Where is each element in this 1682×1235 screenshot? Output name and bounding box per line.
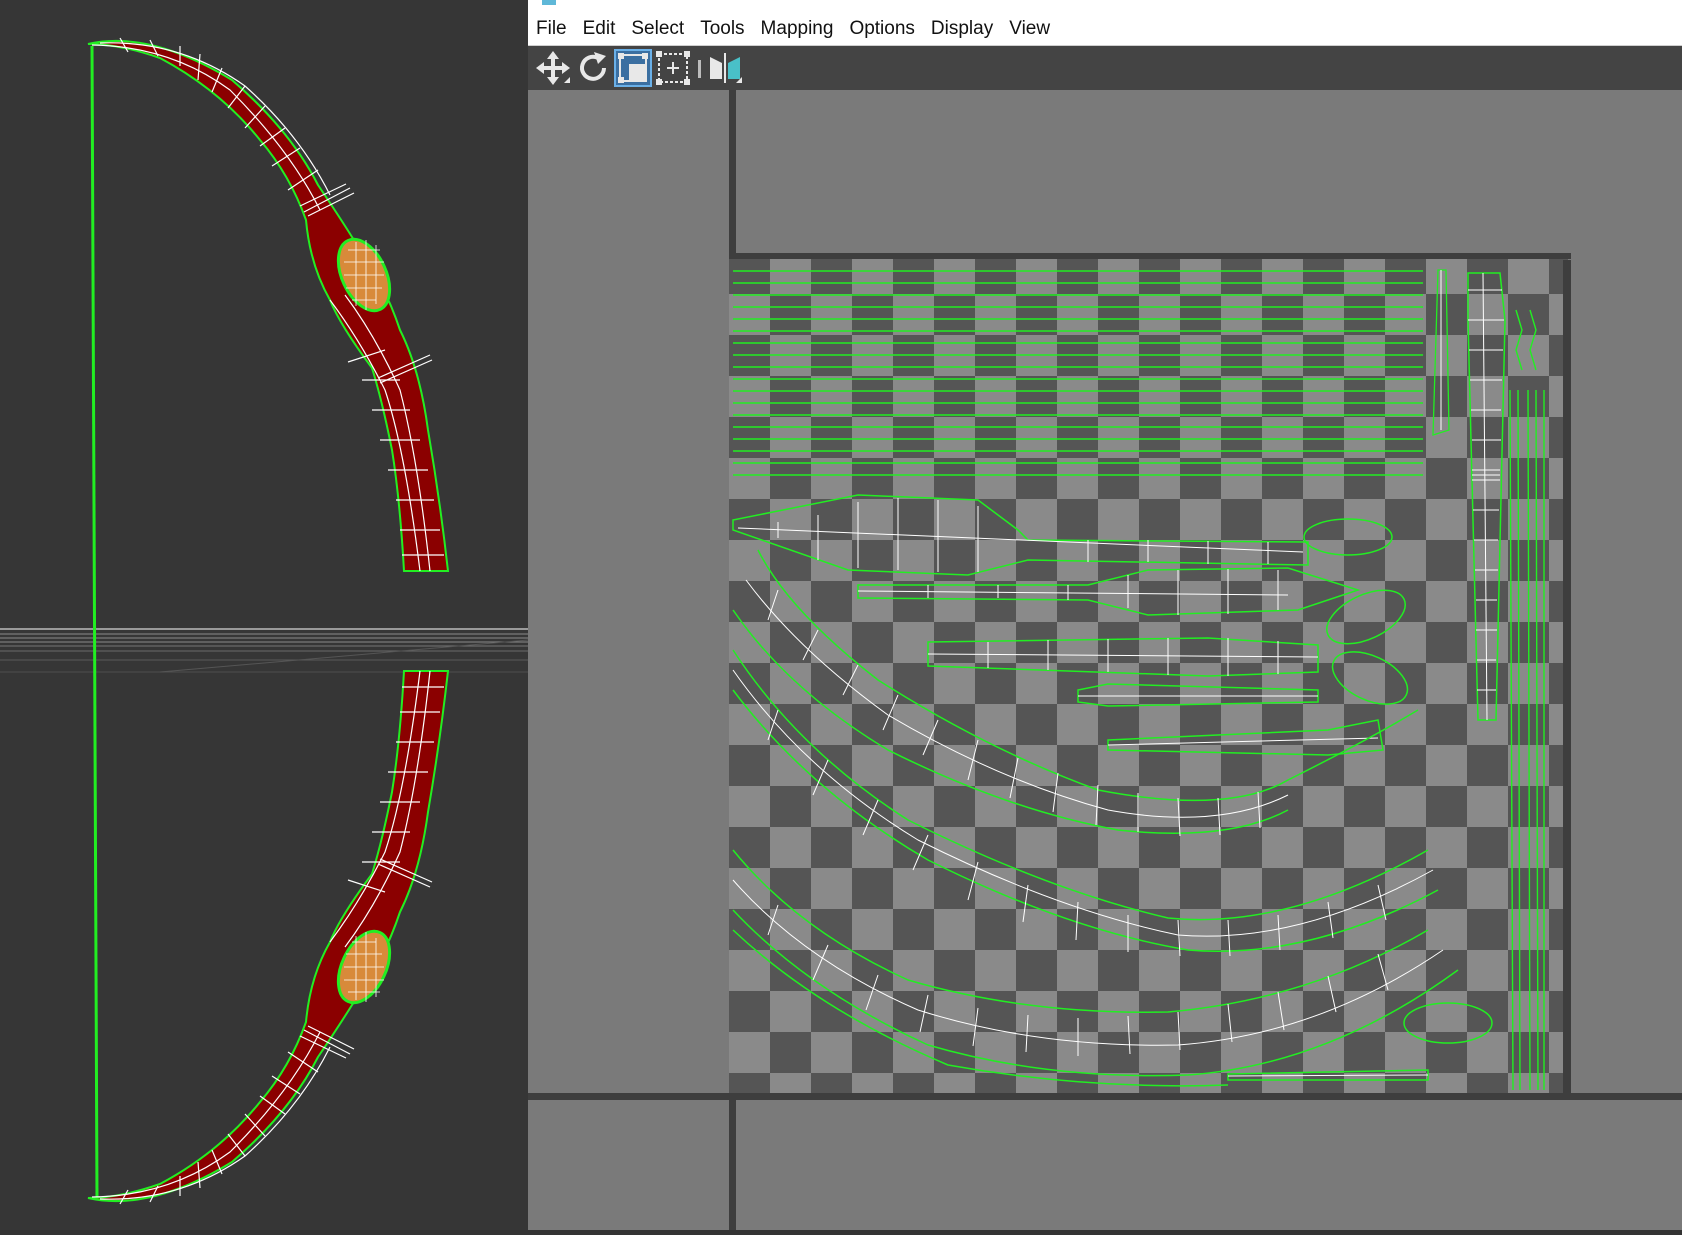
uv-canvas[interactable] <box>528 90 1682 1230</box>
scale-icon <box>618 53 648 83</box>
move-arrows-icon <box>536 51 570 85</box>
menu-tools[interactable]: Tools <box>692 8 752 45</box>
bow-string[interactable] <box>90 45 99 1199</box>
app-icon <box>542 0 556 5</box>
window-title-bar <box>528 0 1682 8</box>
rotate-tool-button[interactable] <box>574 49 612 87</box>
menu-view[interactable]: View <box>1001 8 1058 45</box>
menu-bar: File Edit Select Tools Mapping Options D… <box>528 8 1682 46</box>
ground-grid <box>0 628 529 673</box>
uv-tile-edge-top <box>729 253 1571 259</box>
bow-model-view[interactable] <box>0 0 529 1230</box>
uv-editor-window[interactable]: File Edit Select Tools Mapping Options D… <box>528 0 1682 1230</box>
mirror-icon <box>710 53 742 83</box>
menu-select[interactable]: Select <box>623 8 692 45</box>
menu-edit[interactable]: Edit <box>575 8 624 45</box>
uv-toolbar <box>528 46 1682 90</box>
bow-lower-half[interactable] <box>87 670 450 1205</box>
menu-display[interactable]: Display <box>923 8 1001 45</box>
rotate-icon <box>580 52 606 81</box>
bow-upper-half[interactable] <box>87 37 450 572</box>
uv-axis-horizontal <box>528 1093 1682 1100</box>
toolbar-separator <box>698 60 701 78</box>
move-tool-button[interactable] <box>534 49 572 87</box>
scale-tool-button[interactable] <box>614 49 652 87</box>
3d-viewport[interactable] <box>0 0 529 1230</box>
menu-mapping[interactable]: Mapping <box>753 8 842 45</box>
mirror-tool-button[interactable] <box>706 49 744 87</box>
uv-tile-edge-right <box>1563 260 1571 1098</box>
freeform-gizmo-icon <box>656 51 690 85</box>
menu-file[interactable]: File <box>528 8 575 45</box>
freeform-tool-button[interactable] <box>654 49 692 87</box>
menu-options[interactable]: Options <box>841 8 922 45</box>
